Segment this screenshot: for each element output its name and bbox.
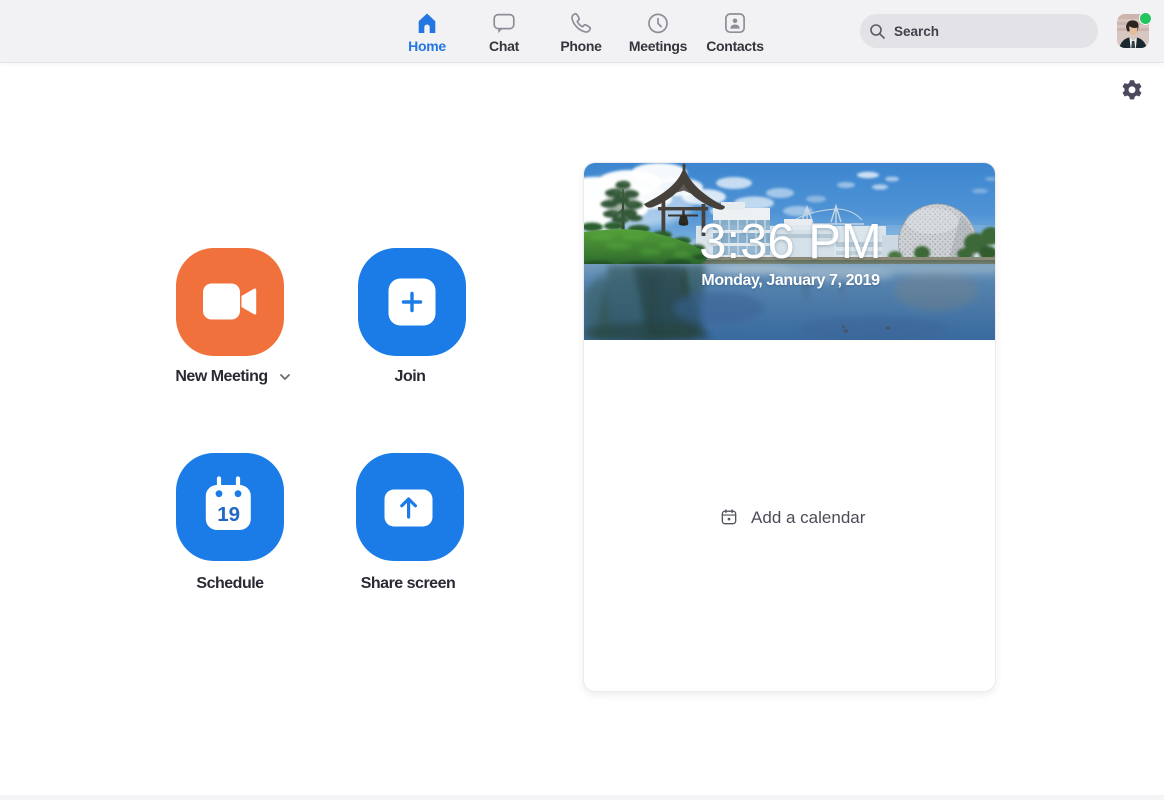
svg-text:19: 19 — [217, 503, 240, 526]
